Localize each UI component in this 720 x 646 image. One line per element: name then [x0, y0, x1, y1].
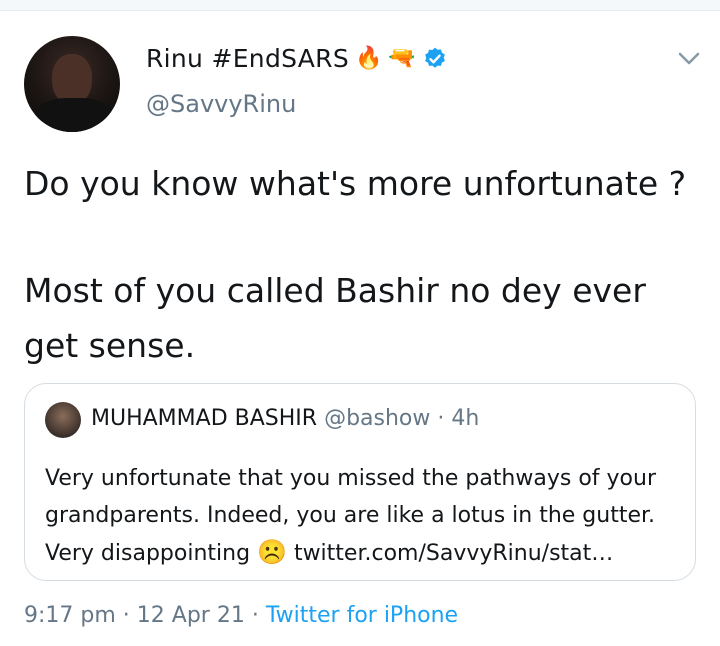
- avatar-face: [52, 54, 92, 104]
- avatar[interactable]: [24, 36, 120, 132]
- quoted-text-fragment: Very disappointing: [45, 541, 251, 566]
- quoted-tweet[interactable]: MUHAMMAD BASHIR @bashow · 4h Very unfort…: [24, 383, 696, 581]
- quoted-handle: @bashow: [324, 406, 431, 431]
- quoted-text-line: Very disappointing ☹️ twitter.com/SavvyR…: [45, 534, 685, 572]
- top-divider: [0, 0, 720, 11]
- tweet-text-line: get sense.: [24, 326, 196, 365]
- author-name-row[interactable]: Rinu #EndSARS 🔥 🔫: [146, 44, 448, 73]
- chevron-down-icon[interactable]: [678, 52, 700, 66]
- quoted-name: MUHAMMAD BASHIR: [91, 406, 318, 431]
- quoted-text-line: Very unfortunate that you missed the pat…: [45, 466, 656, 491]
- tweet-text-line: Most of you called Bashir no dey ever: [24, 271, 646, 310]
- meta-separator: ·: [122, 603, 130, 628]
- quoted-header: MUHAMMAD BASHIR @bashow · 4h: [91, 406, 479, 431]
- quoted-separator: ·: [437, 406, 445, 431]
- tweet-text: Do you know what's more unfortunate ? Mo…: [24, 156, 704, 373]
- display-name[interactable]: Rinu #EndSARS: [146, 44, 349, 73]
- verified-badge-icon: [424, 47, 445, 68]
- frowning-emoji: ☹️: [257, 538, 287, 566]
- fire-emoji: 🔥: [354, 45, 383, 71]
- water-pistol-emoji: 🔫: [388, 45, 416, 71]
- tweet-text-line: Do you know what's more unfortunate ?: [24, 164, 687, 203]
- quoted-link[interactable]: twitter.com/SavvyRinu/stat…: [294, 541, 613, 566]
- tweet-source-link[interactable]: Twitter for iPhone: [266, 603, 458, 628]
- tweet-meta: 9:17 pm · 12 Apr 21 · Twitter for iPhone: [24, 603, 458, 628]
- author-handle[interactable]: @SavvyRinu: [146, 90, 296, 118]
- quoted-text: Very unfortunate that you missed the pat…: [45, 460, 685, 572]
- quoted-text-line: grandparents. Indeed, you are like a lot…: [45, 503, 656, 528]
- avatar-body: [34, 98, 114, 132]
- meta-separator: ·: [251, 603, 259, 628]
- quoted-avatar: [45, 402, 81, 438]
- quoted-time: 4h: [451, 406, 480, 431]
- tweet-time[interactable]: 9:17 pm: [24, 603, 116, 628]
- tweet-date[interactable]: 12 Apr 21: [137, 603, 245, 628]
